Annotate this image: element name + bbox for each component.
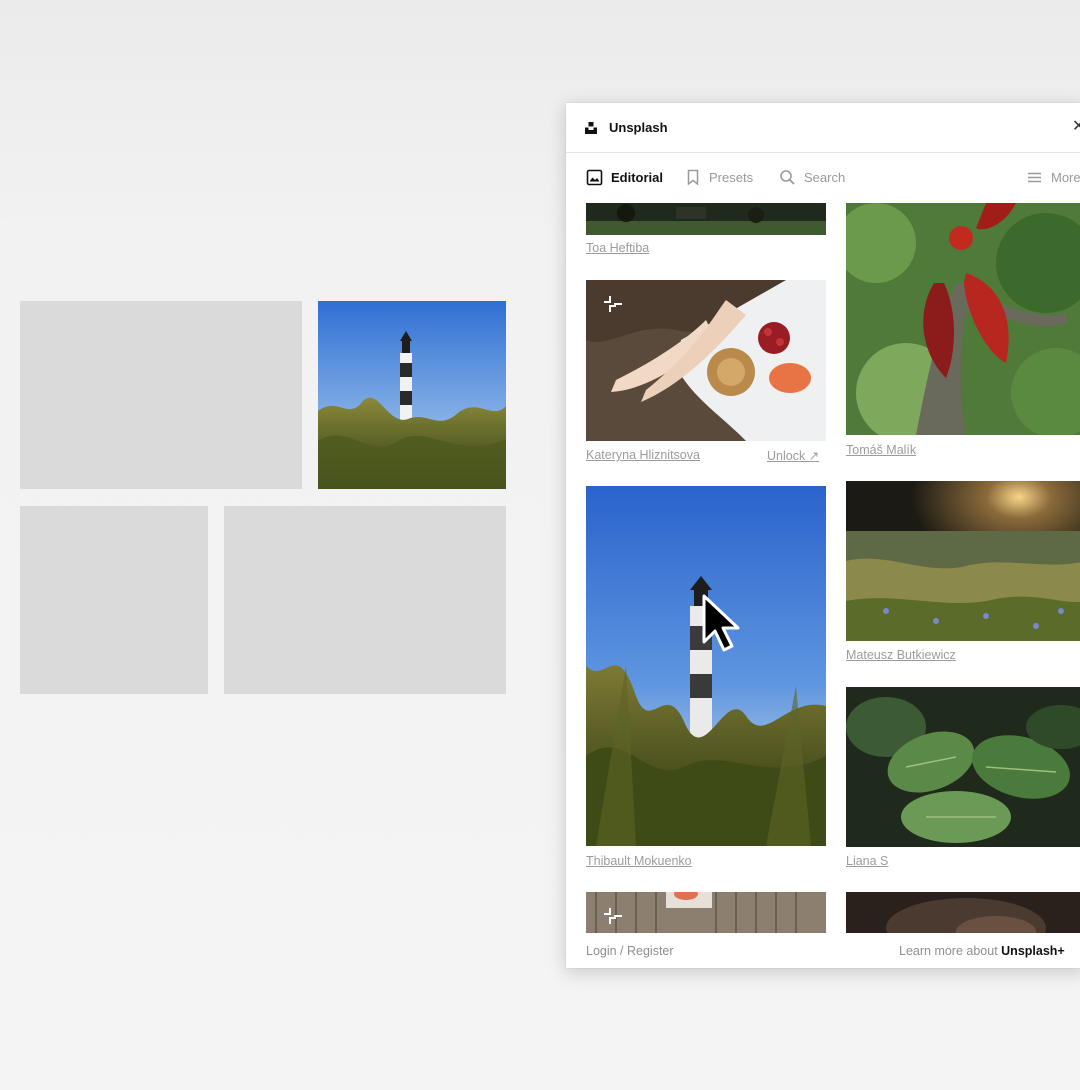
tab-presets[interactable]: Presets (685, 169, 753, 186)
photo-grid[interactable]: Toa Heftiba Kateryna Hliznitsova Unlock … (566, 203, 1080, 933)
photo-tomas-malik[interactable] (846, 203, 1080, 435)
search-icon (780, 170, 795, 185)
menu-icon (1028, 172, 1041, 183)
unsplash-logo-icon (585, 121, 597, 134)
tab-search-label: Search (804, 170, 846, 185)
panel-footer: Login / Register Learn more about Unspla… (566, 933, 1080, 968)
bookmark-icon (687, 169, 699, 186)
photo-credit-toa-heftiba[interactable]: Toa Heftiba (586, 241, 649, 255)
photo-credit-kateryna-hliznitsova[interactable]: Kateryna Hliznitsova (586, 448, 700, 462)
canvas-frame-top-left[interactable] (20, 301, 302, 489)
parrot-image (846, 203, 1080, 435)
tab-bar: Editorial Presets Search More (566, 153, 1080, 202)
tab-more-label: More (1051, 170, 1080, 185)
park-image (586, 203, 826, 235)
panel-header: Unsplash ✕ (566, 103, 1080, 153)
leaves-image (846, 687, 1080, 847)
photo-credit-mateusz-butkiewicz[interactable]: Mateusz Butkiewicz (846, 648, 956, 662)
photo-credit-liana-s[interactable]: Liana S (846, 854, 888, 868)
plus-badge-icon (604, 296, 622, 312)
photo-bottom-left[interactable] (586, 892, 826, 933)
photo-liana-s[interactable] (846, 687, 1080, 847)
canvas-frame-lighthouse-photo[interactable] (318, 301, 506, 489)
portrait-image (846, 892, 1080, 933)
tab-more[interactable]: More (1026, 169, 1080, 186)
canvas-frame-bottom-right[interactable] (224, 506, 506, 694)
photo-credit-tomas-malik[interactable]: Tomáš Malík (846, 443, 916, 457)
mouse-cursor-icon (702, 594, 740, 652)
photo-kateryna-hliznitsova[interactable] (586, 280, 826, 441)
learn-more-prefix: Learn more about (899, 944, 1002, 958)
login-register-link[interactable]: Login / Register (586, 944, 674, 958)
photo-toa-heftiba[interactable] (586, 203, 826, 235)
learn-more-text: Learn more about Unsplash+ (899, 944, 1065, 958)
canvas-frame-bottom-left[interactable] (20, 506, 208, 694)
lighthouse-image (318, 301, 506, 489)
close-icon[interactable]: ✕ (1072, 119, 1080, 135)
photo-credit-thibault-mokuenko[interactable]: Thibault Mokuenko (586, 854, 692, 868)
photo-bottom-right[interactable] (846, 892, 1080, 933)
image-icon (586, 169, 603, 186)
tab-search[interactable]: Search (779, 169, 845, 186)
unlock-link[interactable]: Unlock ↗ (767, 448, 819, 463)
panel-title: Unsplash (609, 120, 668, 135)
photo-thibault-mokuenko[interactable] (586, 486, 826, 846)
meadow-image (846, 481, 1080, 641)
unsplash-plus-link[interactable]: Unsplash+ (1001, 944, 1065, 958)
unsplash-panel: Unsplash ✕ Editorial Presets Search More… (566, 103, 1080, 968)
plus-badge-icon (604, 908, 622, 924)
lighthouse-image (586, 486, 826, 846)
tab-editorial[interactable]: Editorial (586, 169, 663, 186)
photo-mateusz-butkiewicz[interactable] (846, 481, 1080, 641)
tab-presets-label: Presets (709, 170, 754, 185)
tab-editorial-label: Editorial (611, 170, 664, 185)
